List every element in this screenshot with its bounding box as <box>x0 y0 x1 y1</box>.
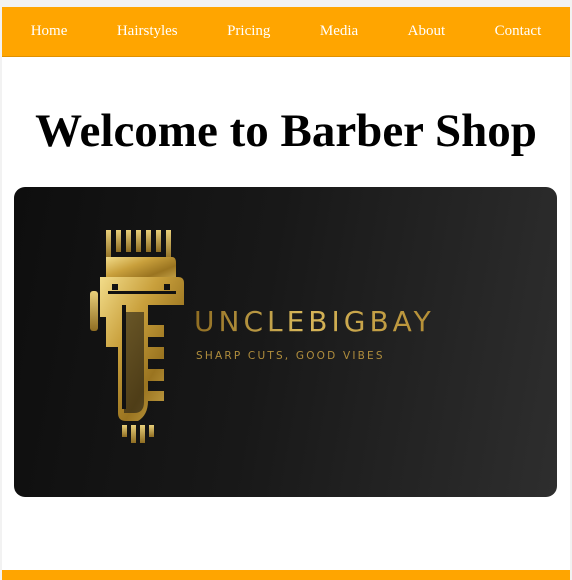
nav-link-media[interactable]: Media <box>314 19 364 44</box>
hair-clipper-icon <box>90 230 184 443</box>
footer-bar <box>2 570 570 580</box>
brand-banner: UNCLEBIGBAY SHARP CUTS, GOOD VIBES <box>14 187 557 497</box>
page: Home Hairstyles Pricing Media About Cont… <box>0 0 572 580</box>
nav-link-contact[interactable]: Contact <box>489 19 548 44</box>
nav-link-about[interactable]: About <box>402 19 452 44</box>
nav-link-hairstyles[interactable]: Hairstyles <box>111 19 184 44</box>
nav-link-pricing[interactable]: Pricing <box>221 19 276 44</box>
brand-name: UNCLEBIGBAY <box>194 305 435 338</box>
nav-link-home[interactable]: Home <box>25 19 74 44</box>
page-frame: Home Hairstyles Pricing Media About Cont… <box>2 7 570 580</box>
brand-tagline: SHARP CUTS, GOOD VIBES <box>196 350 385 362</box>
page-title: Welcome to Barber Shop <box>35 105 537 157</box>
top-navigation: Home Hairstyles Pricing Media About Cont… <box>2 7 570 57</box>
